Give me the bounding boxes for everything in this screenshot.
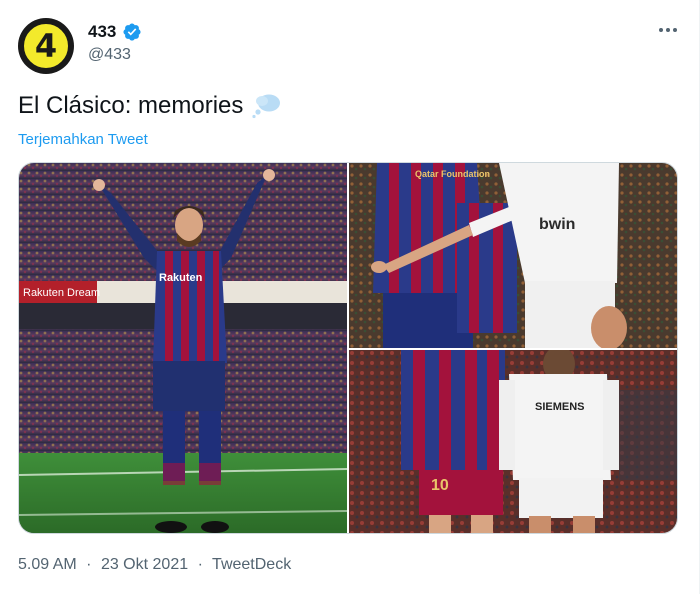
tweet-text: El Clásico: memories [18,92,281,120]
translate-tweet-link[interactable]: Terjemahkan Tweet [18,131,148,148]
tweet-text-content: El Clásico: memories [18,92,244,119]
photo-top-right-image: Qatar Foundation bwin [349,163,677,348]
svg-text:Rakuten Dream: Rakuten Dream [23,287,100,299]
thought-bubble-icon [252,94,281,119]
tweet-timestamp: 5.09 AM · 23 Okt 2021 · TweetDeck [18,556,296,574]
media-grid: Rakuten Dream Rakuten Qatar Foundation b… [18,162,678,534]
photo-bottom-right-image: 10 SIEMENS [349,350,677,533]
svg-text:Qatar Foundation: Qatar Foundation [415,169,490,179]
photo-left[interactable]: Rakuten Dream Rakuten [19,163,347,533]
more-options-icon[interactable] [659,28,677,32]
tweet-time[interactable]: 5.09 AM [18,556,77,573]
svg-text:Rakuten: Rakuten [159,272,203,284]
svg-text:10: 10 [431,477,449,494]
avatar[interactable]: 4 [18,18,74,74]
tweet-date[interactable]: 23 Okt 2021 [101,556,188,573]
display-name[interactable]: 433 [88,22,116,42]
separator: · [197,556,203,573]
avatar-text: 4 [34,27,58,65]
tweet-card: 4 433 @433 El Clásico: memories Terjemah… [0,0,700,594]
tweet-source[interactable]: TweetDeck [212,556,291,573]
author-name-row: 433 [88,22,142,42]
photo-top-right[interactable]: Qatar Foundation bwin [349,163,677,348]
photo-bottom-right[interactable]: 10 SIEMENS [349,350,677,533]
svg-text:SIEMENS: SIEMENS [535,401,585,413]
verified-badge-icon [123,23,141,41]
separator: · [86,556,92,573]
photo-left-image: Rakuten Dream Rakuten [19,163,347,533]
svg-text:bwin: bwin [539,216,575,233]
handle[interactable]: @433 [88,46,131,64]
avatar-logo: 4 [21,21,71,71]
